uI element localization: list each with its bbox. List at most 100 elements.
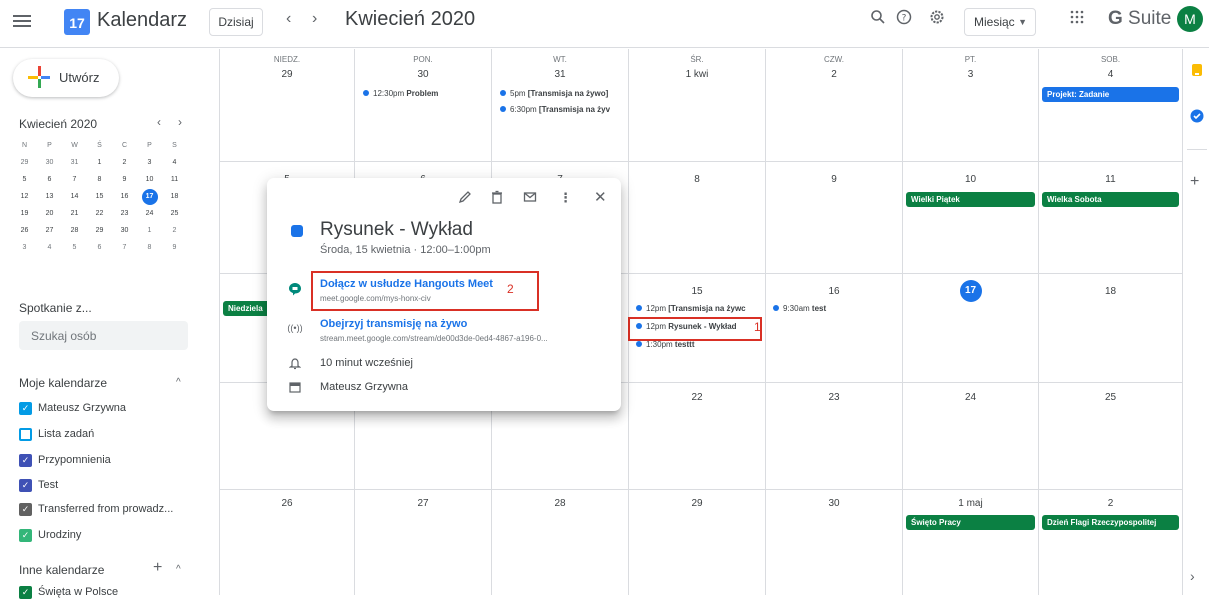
event-item[interactable]: 9:30am test (773, 304, 898, 318)
mini-day[interactable]: 27 (37, 222, 62, 239)
mini-day[interactable]: 8 (137, 239, 162, 256)
event-item[interactable]: 12pm [Transmisja na żywc (636, 304, 761, 318)
search-people-input[interactable]: Szukaj osób (19, 321, 188, 350)
day-cell[interactable]: 11 Wielka Sobota (1039, 162, 1183, 274)
mini-day[interactable]: 25 (162, 205, 187, 222)
day-number[interactable]: 30 (355, 69, 491, 80)
day-cell[interactable]: NIEDZ. 29 (220, 49, 355, 162)
email-guests-icon[interactable] (523, 190, 537, 207)
prev-month-button[interactable]: ‹ (286, 10, 291, 28)
day-number[interactable]: 31 (492, 69, 628, 80)
today-button[interactable]: Dzisiaj (209, 8, 263, 36)
checkbox-unchecked-icon[interactable] (19, 428, 32, 441)
day-number[interactable]: 29 (629, 498, 765, 509)
mini-day[interactable]: 18 (162, 188, 187, 205)
calendar-logo-icon[interactable]: 17 (64, 9, 90, 35)
day-cell[interactable]: 16 9:30am test (766, 274, 903, 383)
day-cell[interactable]: SOB. 4 Projekt: Zadanie (1039, 49, 1183, 162)
mini-day[interactable]: 2 (112, 154, 137, 171)
add-addon-icon[interactable]: + (1190, 174, 1204, 190)
day-cell[interactable]: CZW. 2 (766, 49, 903, 162)
mini-day[interactable]: 29 (87, 222, 112, 239)
holiday-chip[interactable]: Święto Pracy (906, 515, 1035, 530)
day-number[interactable]: 15 (629, 286, 765, 297)
mini-day[interactable]: 3 (137, 154, 162, 171)
holiday-chip[interactable]: Wielka Sobota (1042, 192, 1179, 207)
checkbox-checked-icon[interactable]: ✓ (19, 586, 32, 599)
chevron-up-icon[interactable]: ^ (176, 377, 181, 388)
tasks-icon[interactable] (1190, 109, 1204, 123)
mini-day[interactable]: 23 (112, 205, 137, 222)
day-cell[interactable]: 18 (1039, 274, 1183, 383)
mini-day[interactable]: 11 (162, 171, 187, 188)
day-number[interactable]: 24 (903, 392, 1038, 403)
checkbox-checked-icon[interactable]: ✓ (19, 454, 32, 467)
mini-day[interactable]: 12 (12, 188, 37, 205)
mini-day[interactable]: 13 (37, 188, 62, 205)
more-options-icon[interactable]: ⋮ (559, 190, 572, 206)
holiday-chip[interactable]: Dzień Flagi Rzeczypospolitej (1042, 515, 1179, 530)
main-menu-icon[interactable] (13, 12, 31, 28)
day-cell[interactable]: 26 (220, 490, 355, 595)
mini-day[interactable]: 20 (37, 205, 62, 222)
day-cell[interactable]: ŚR. 1 kwi (629, 49, 766, 162)
mini-day[interactable]: 1 (137, 222, 162, 239)
mini-next-icon[interactable]: › (178, 115, 182, 129)
view-select[interactable]: Miesiąc ▼ (964, 8, 1036, 36)
checkbox-checked-icon[interactable]: ✓ (19, 529, 32, 542)
mini-day[interactable]: 1 (87, 154, 112, 171)
mini-day[interactable]: 15 (87, 188, 112, 205)
day-cell[interactable]: 8 (629, 162, 766, 274)
checkbox-checked-icon[interactable]: ✓ (19, 402, 32, 415)
mini-day[interactable]: 14 (62, 188, 87, 205)
day-number[interactable]: 30 (766, 498, 902, 509)
apps-grid-icon[interactable] (1066, 9, 1088, 31)
settings-gear-icon[interactable] (926, 9, 948, 31)
keep-notes-icon[interactable] (1190, 63, 1204, 77)
day-cell[interactable]: 25 (1039, 383, 1183, 490)
checkbox-checked-icon[interactable]: ✓ (19, 479, 32, 492)
mini-day[interactable]: 29 (12, 154, 37, 171)
holiday-chip[interactable]: Wielki Piątek (906, 192, 1035, 207)
mini-day[interactable]: 16 (112, 188, 137, 205)
create-button[interactable]: Utwórz (13, 59, 119, 97)
day-number[interactable]: 26 (220, 498, 354, 509)
mini-day[interactable]: 19 (12, 205, 37, 222)
day-cell[interactable]: WT. 31 5pm [Transmisja na żywo] 6:30pm [… (492, 49, 629, 162)
mini-day[interactable]: 5 (12, 171, 37, 188)
close-icon[interactable]: ✕ (594, 188, 607, 206)
event-item[interactable]: 1:30pm testtt (636, 340, 761, 354)
mini-day[interactable]: 10 (137, 171, 162, 188)
mini-day[interactable]: 30 (112, 222, 137, 239)
mini-day[interactable]: 4 (162, 154, 187, 171)
chevron-up-icon[interactable]: ^ (176, 564, 181, 575)
mini-day[interactable]: 30 (37, 154, 62, 171)
mini-day[interactable]: 28 (62, 222, 87, 239)
day-number[interactable]: 11 (1039, 174, 1182, 185)
mini-day[interactable]: 21 (62, 205, 87, 222)
day-number[interactable]: 10 (903, 174, 1038, 185)
day-number[interactable]: 23 (766, 392, 902, 403)
search-icon[interactable] (867, 9, 889, 31)
day-cell[interactable]: 17 (903, 274, 1039, 383)
mini-day[interactable]: 3 (12, 239, 37, 256)
day-cell[interactable]: 29 (629, 490, 766, 595)
mini-day[interactable]: 4 (37, 239, 62, 256)
mini-prev-icon[interactable]: ‹ (157, 115, 161, 129)
mini-day[interactable]: 7 (112, 239, 137, 256)
expand-panel-icon[interactable]: › (1190, 569, 1204, 583)
day-number[interactable]: 29 (220, 69, 354, 80)
mini-day[interactable]: 24 (137, 205, 162, 222)
mini-day[interactable]: 9 (162, 239, 187, 256)
mini-day[interactable]: 6 (37, 171, 62, 188)
day-number[interactable]: 4 (1039, 69, 1182, 80)
next-month-button[interactable]: › (312, 10, 317, 28)
day-number[interactable]: 28 (492, 498, 628, 509)
day-cell[interactable]: 23 (766, 383, 903, 490)
app-title[interactable]: Kalendarz (97, 9, 187, 32)
mini-day[interactable]: 26 (12, 222, 37, 239)
event-item[interactable]: 5pm [Transmisja na żywo] (500, 89, 624, 103)
mini-day[interactable]: 31 (62, 154, 87, 171)
mini-day[interactable]: 5 (62, 239, 87, 256)
other-calendars-title[interactable]: Inne kalendarze (19, 563, 104, 577)
